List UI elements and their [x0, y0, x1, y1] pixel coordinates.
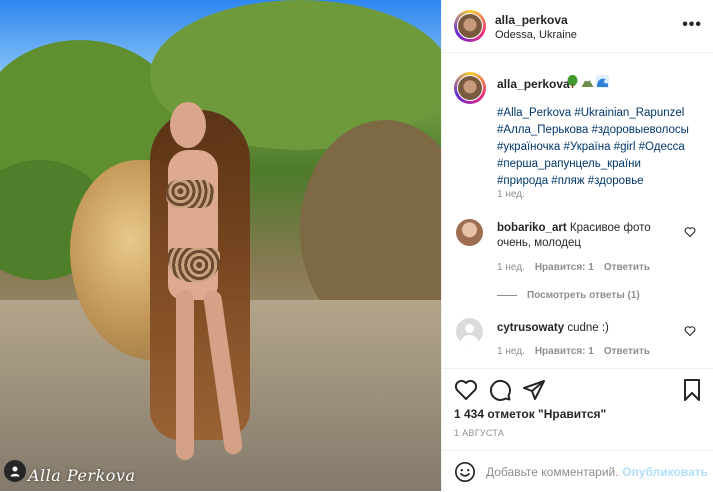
- post-photo[interactable]: Alla Perkova: [0, 0, 441, 491]
- hashtag-link[interactable]: #Ukrainian_Rapunzel: [574, 107, 684, 119]
- instagram-post: Alla Perkova alla_perkova Odessa, Ukrain…: [0, 0, 713, 491]
- hashtag-link[interactable]: #Алла_Перькова: [497, 124, 588, 136]
- like-heart-icon[interactable]: [454, 378, 478, 402]
- heart-outline-icon[interactable]: [684, 325, 696, 337]
- hashtag-link[interactable]: #пляж: [551, 175, 584, 187]
- caption-avatar[interactable]: [454, 72, 486, 104]
- comment-input[interactable]: [486, 462, 620, 482]
- caption-emojis: [566, 75, 609, 88]
- hashtag-link[interactable]: #girl: [614, 141, 636, 153]
- post-location[interactable]: Odessa, Ukraine: [495, 29, 577, 41]
- view-replies-button[interactable]: Посмотреть ответы (1): [497, 290, 640, 301]
- commenter-avatar[interactable]: [456, 219, 483, 246]
- post-date[interactable]: 1 АВГУСТА: [454, 428, 504, 438]
- comment-body: cudne :): [567, 322, 609, 334]
- person-icon: [10, 466, 20, 477]
- reply-button[interactable]: Ответить: [604, 262, 650, 273]
- reply-button[interactable]: Ответить: [604, 346, 650, 357]
- hashtag-link[interactable]: #здоровье: [588, 175, 644, 187]
- view-replies-label: Посмотреть ответы (1): [527, 290, 640, 301]
- post-actions-bar: [442, 368, 713, 409]
- author-username[interactable]: alla_perkova: [495, 13, 568, 27]
- photo-head: [170, 102, 206, 148]
- hashtag-link[interactable]: #Одесса: [639, 141, 685, 153]
- photo-swimsuit-top: [166, 180, 214, 208]
- publish-button[interactable]: Опубликовать: [622, 465, 708, 479]
- heart-outline-icon[interactable]: [684, 226, 696, 238]
- replies-divider: [497, 295, 517, 296]
- hashtag-link[interactable]: #Украïна: [564, 141, 611, 153]
- comment-meta: 1 нед. Нравится: 1 Ответить: [497, 262, 650, 273]
- hashtag-link[interactable]: #перша_рапунцель_країни: [497, 158, 641, 170]
- wave-emoji-icon: [596, 75, 609, 88]
- emoji-smile-icon[interactable]: [454, 461, 476, 483]
- post-header: alla_perkova Odessa, Ukraine •••: [442, 0, 713, 53]
- comment-time[interactable]: 1 нед.: [497, 262, 525, 273]
- hashtag-link[interactable]: #природа: [497, 175, 548, 187]
- share-send-icon[interactable]: [522, 378, 546, 402]
- caption-hashtags: #Alla_Perkova #Ukrainian_Rapunzel #Алла_…: [497, 105, 707, 190]
- caption-timestamp[interactable]: 1 нед.: [497, 189, 525, 200]
- comment-text: bobariko_art Красивое фото очень, молоде…: [497, 221, 682, 251]
- comment-likes[interactable]: Нравится: 1: [535, 346, 594, 357]
- comment-bubble-icon[interactable]: [488, 378, 512, 402]
- photo-watermark: Alla Perkova: [28, 466, 136, 485]
- tree-emoji-icon: [567, 75, 578, 88]
- caption-username[interactable]: alla_perkova: [497, 77, 570, 91]
- comment-username[interactable]: bobariko_art: [497, 222, 567, 234]
- more-options-icon[interactable]: •••: [682, 16, 702, 34]
- hashtag-link[interactable]: #здоровыеволосы: [591, 124, 688, 136]
- author-avatar[interactable]: [454, 10, 486, 42]
- comment-time[interactable]: 1 нед.: [497, 346, 525, 357]
- likes-count[interactable]: 1 434 отметок "Нравится": [454, 407, 606, 421]
- bookmark-icon[interactable]: [680, 378, 704, 402]
- comment-username[interactable]: cytrusowaty: [497, 322, 564, 334]
- comment-composer: Опубликовать: [442, 450, 713, 492]
- mountain-emoji-icon: [581, 79, 594, 87]
- comment-likes[interactable]: Нравится: 1: [535, 262, 594, 273]
- tagged-user-icon[interactable]: [4, 460, 26, 482]
- hashtag-link[interactable]: #Alla_Perkova: [497, 107, 571, 119]
- photo-leg: [176, 290, 194, 460]
- comment-text: cytrusowaty cudne :): [497, 321, 682, 336]
- post-side-panel: alla_perkova Odessa, Ukraine ••• alla_pe…: [441, 0, 713, 491]
- comment-meta: 1 нед. Нравится: 1 Ответить: [497, 346, 650, 357]
- hashtag-link[interactable]: #україночка: [497, 141, 560, 153]
- commenter-avatar[interactable]: [456, 318, 483, 345]
